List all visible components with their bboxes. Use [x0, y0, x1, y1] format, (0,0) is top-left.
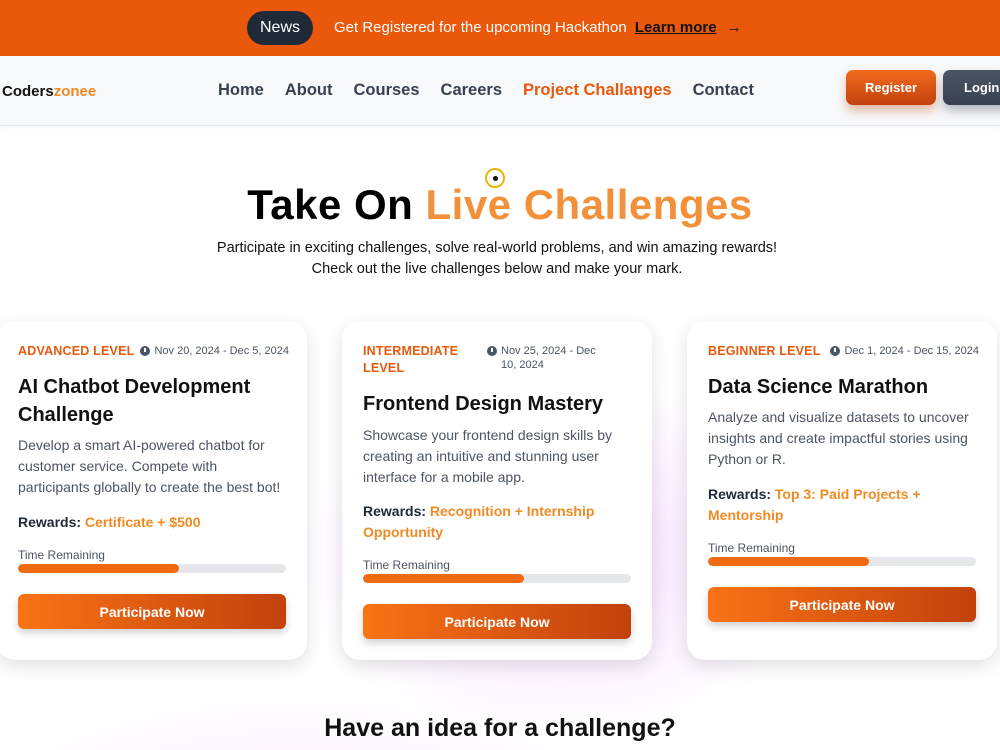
challenge-dates: Nov 25, 2024 - Dec 10, 2024: [487, 344, 612, 372]
time-remaining-label: Time Remaining: [363, 558, 450, 572]
logo-main: Coders: [2, 83, 54, 100]
announcement-text: Get Registered for the upcoming Hackatho…: [334, 19, 627, 36]
rewards-value: Certificate + $500: [84, 514, 201, 530]
announcement-bar: News Get Registered for the upcoming Hac…: [0, 0, 1000, 56]
time-remaining-bar: [708, 557, 976, 566]
register-button[interactable]: Register: [846, 70, 936, 105]
rewards: Rewards: Top 3: Paid Projects + Mentorsh…: [708, 484, 978, 526]
card-description: Showcase your frontend design skills by …: [363, 427, 613, 485]
nav-contact[interactable]: Contact: [693, 81, 754, 100]
announcement-text-wrap: Get Registered for the upcoming Hackatho…: [334, 19, 742, 36]
hero-title-plain: Take On: [247, 181, 414, 228]
main-nav: Home About Courses Careers Project Chall…: [218, 81, 754, 100]
login-button[interactable]: Login: [943, 70, 1000, 105]
news-badge: News: [247, 11, 313, 45]
nav-project-challenges[interactable]: Project Challanges: [523, 81, 672, 100]
date-range: Dec 1, 2024 - Dec 15, 2024: [844, 345, 979, 357]
nav-about[interactable]: About: [285, 81, 333, 100]
nav-courses[interactable]: Courses: [354, 81, 420, 100]
level-badge: INTERMEDIATE LEVEL: [363, 344, 459, 375]
challenge-card-data-science: BEGINNER LEVEL Dec 1, 2024 - Dec 15, 202…: [687, 321, 997, 660]
date-range: Nov 25, 2024 - Dec 10, 2024: [501, 345, 596, 371]
nav-careers[interactable]: Careers: [441, 81, 502, 100]
time-remaining-fill: [363, 574, 524, 583]
clock-icon: [140, 346, 151, 356]
time-remaining-fill: [708, 557, 869, 566]
time-remaining-label: Time Remaining: [708, 541, 795, 555]
date-range: Nov 20, 2024 - Dec 5, 2024: [154, 345, 289, 357]
hero-title: Take On Live Challenges: [0, 181, 1000, 229]
participate-button[interactable]: Participate Now: [18, 594, 286, 629]
time-remaining-bar: [363, 574, 631, 583]
card-description: Develop a smart AI-powered chatbot for c…: [18, 437, 281, 495]
rewards-label: Rewards:: [18, 514, 82, 530]
clock-icon: [830, 346, 841, 356]
rewards: Rewards: Certificate + $500: [18, 512, 288, 533]
challenge-dates: Nov 20, 2024 - Dec 5, 2024: [140, 344, 289, 358]
time-remaining-label: Time Remaining: [18, 548, 105, 562]
challenge-dates: Dec 1, 2024 - Dec 15, 2024: [830, 344, 979, 358]
hero-subtitle: Participate in exciting challenges, solv…: [216, 240, 778, 277]
rewards: Rewards: Recognition + Internship Opport…: [363, 501, 633, 543]
nav-home[interactable]: Home: [218, 81, 264, 100]
section-title: Have an idea for a challenge?: [324, 714, 676, 742]
level-badge: BEGINNER LEVEL: [708, 344, 821, 358]
site-logo[interactable]: Coderszonee: [2, 83, 96, 100]
time-remaining-fill: [18, 564, 179, 573]
arrow-right-icon[interactable]: →: [727, 19, 742, 36]
rewards-label: Rewards:: [708, 486, 772, 502]
participate-button[interactable]: Participate Now: [363, 604, 631, 639]
participate-button[interactable]: Participate Now: [708, 587, 976, 622]
rewards-label: Rewards:: [363, 503, 427, 519]
hero-title-highlight: Live Challenges: [425, 181, 753, 228]
card-title: AI Chatbot Development Challenge: [18, 376, 251, 426]
card-title: Data Science Marathon: [708, 376, 929, 398]
card-title: Frontend Design Mastery: [363, 393, 604, 415]
card-description: Analyze and visualize datasets to uncove…: [708, 409, 969, 467]
challenge-card-ai-chatbot: ADVANCED LEVEL Nov 20, 2024 - Dec 5, 202…: [0, 321, 307, 660]
learn-more-link[interactable]: Learn more: [635, 19, 717, 36]
challenge-card-frontend-design: INTERMEDIATE LEVEL Nov 25, 2024 - Dec 10…: [342, 321, 652, 660]
logo-accent: zonee: [53, 83, 97, 100]
time-remaining-bar: [18, 564, 286, 573]
level-badge: ADVANCED LEVEL: [18, 344, 135, 358]
site-header: Coderszonee Home About Courses Careers P…: [0, 56, 1000, 126]
clock-icon: [487, 346, 497, 356]
